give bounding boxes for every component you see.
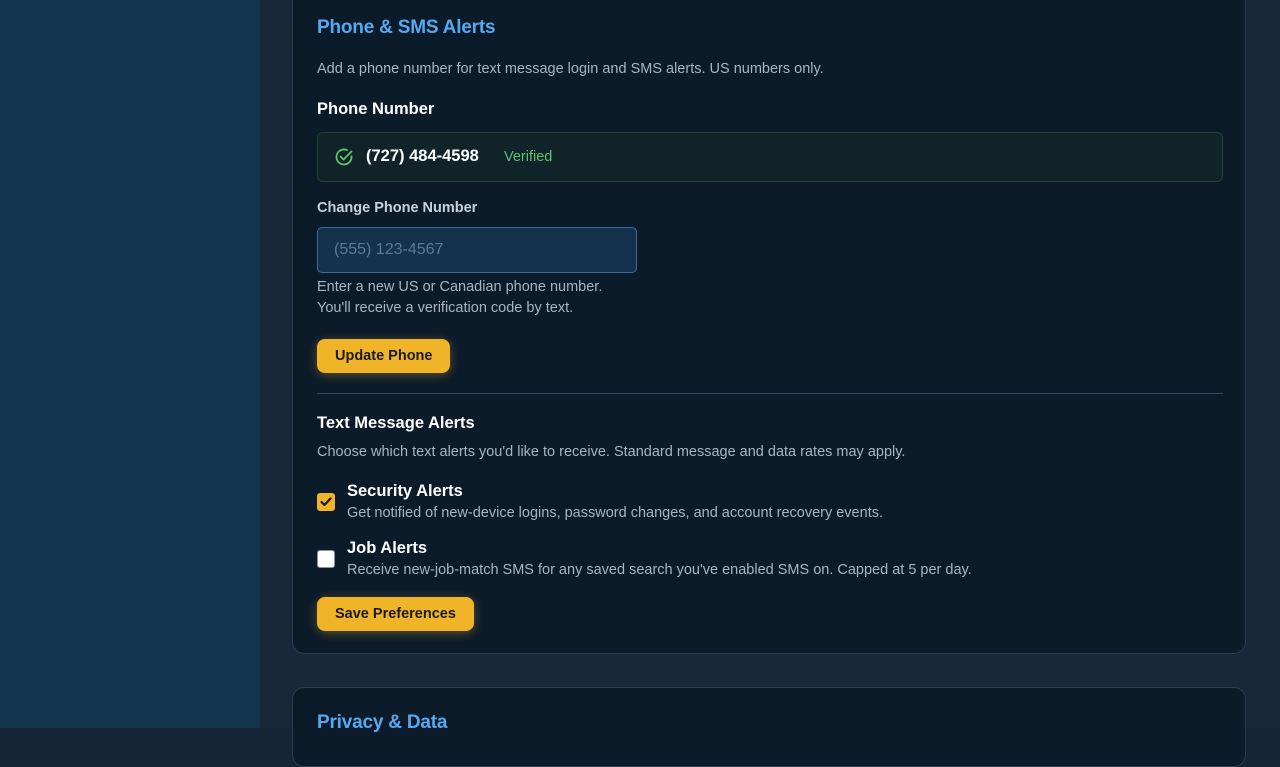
phone-sms-alerts-card: Phone & SMS Alerts Add a phone number fo…	[292, 0, 1246, 654]
security-alerts-description: Get notified of new-device logins, passw…	[347, 505, 883, 521]
card-title: Privacy & Data	[317, 712, 448, 733]
security-alerts-checkbox[interactable]	[317, 493, 335, 511]
privacy-data-card: Privacy & Data	[292, 687, 1246, 767]
job-alerts-title: Job Alerts	[347, 539, 428, 557]
sidebar	[0, 0, 260, 728]
change-phone-label: Change Phone Number	[317, 200, 478, 216]
card-description: Add a phone number for text message logi…	[317, 61, 824, 77]
current-phone-number: (727) 484-4598	[366, 147, 479, 165]
phone-help-line-2: You'll receive a verification code by te…	[317, 300, 574, 316]
job-alerts-description: Receive new-job-match SMS for any saved …	[347, 562, 972, 578]
change-phone-input[interactable]	[317, 227, 637, 273]
check-circle-icon	[335, 148, 353, 166]
security-alerts-title: Security Alerts	[347, 482, 463, 500]
verified-status: Verified	[504, 149, 553, 165]
text-alerts-title: Text Message Alerts	[317, 414, 475, 432]
phone-help-line-1: Enter a new US or Canadian phone number.	[317, 279, 603, 295]
section-divider	[317, 393, 1223, 394]
checkmark-icon	[320, 497, 332, 507]
save-preferences-button[interactable]: Save Preferences	[317, 597, 474, 631]
update-phone-button[interactable]: Update Phone	[317, 339, 451, 373]
job-alerts-checkbox[interactable]	[317, 550, 335, 568]
card-title: Phone & SMS Alerts	[317, 17, 496, 38]
text-alerts-description: Choose which text alerts you'd like to r…	[317, 444, 906, 460]
phone-number-label: Phone Number	[317, 100, 435, 118]
verified-phone-box: (727) 484-4598 Verified	[317, 132, 1223, 182]
